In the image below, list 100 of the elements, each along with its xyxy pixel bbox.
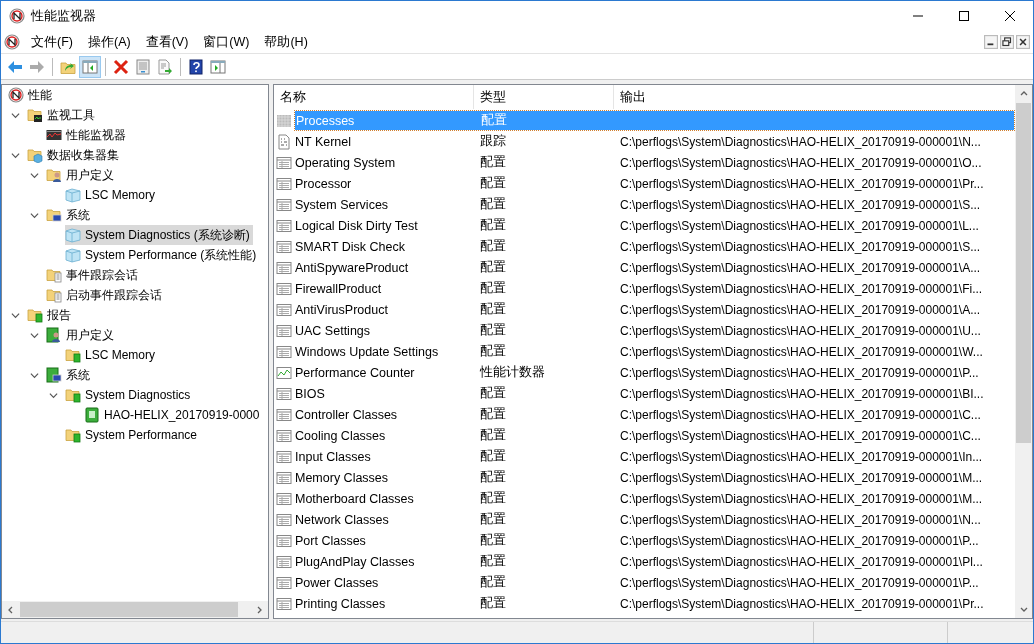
menu-item[interactable]: 帮助(H): [259, 33, 313, 51]
menu-item[interactable]: 窗口(W): [198, 33, 255, 51]
table-cell-text: C:\perflogs\System\Diagnostics\HAO-HELIX_20170919-000001\Pr...: [619, 175, 985, 193]
table-cell-text: Processor: [294, 175, 353, 193]
table-cell-text: C:\perflogs\System\Diagnostics\HAO-HELIX_20170919-000001\L...: [619, 217, 980, 235]
tree-item[interactable]: 事件跟踪会话: [46, 265, 141, 285]
table-cell-text: C:\perflogs\System\Diagnostics\HAO-HELIX_20170919-000001\M...: [619, 469, 984, 487]
table-cell-text: BIOS: [294, 385, 326, 403]
tree-item[interactable]: 启动事件跟踪会话: [46, 285, 165, 305]
table-icon: [276, 154, 292, 171]
table-icon: [276, 301, 292, 318]
table-cell-text: C:\perflogs\System\Diagnostics\HAO-HELIX_20170919-000001\P...: [619, 574, 980, 592]
folder-icon: [46, 267, 62, 283]
table-cell-text: 配置: [479, 175, 507, 192]
tree-item[interactable]: 数据收集器集: [27, 145, 122, 165]
cube-icon: [65, 187, 81, 203]
table-icon: [276, 574, 292, 591]
table-cell-text: 配置: [479, 490, 507, 507]
menu-item[interactable]: 查看(V): [140, 33, 194, 51]
chevron-down-icon[interactable]: [30, 330, 39, 340]
chevron-down-icon[interactable]: [49, 390, 58, 400]
table-cell-text: 配置: [479, 280, 507, 297]
tree-item[interactable]: LSC Memory: [65, 185, 158, 205]
tree-item[interactable]: System Performance: [65, 425, 201, 445]
tree-item[interactable]: HAO-HELIX_20170919-0000: [84, 405, 263, 425]
table-cell-text: C:\perflogs\System\Diagnostics\HAO-HELIX_20170919-000001\O...: [619, 154, 983, 172]
tree-item[interactable]: System Diagnostics (系统诊断): [65, 225, 253, 245]
horizontal-scrollbar[interactable]: [2, 601, 268, 618]
tree-item[interactable]: System Performance (系统性能): [65, 245, 260, 265]
table-icon: [276, 217, 292, 234]
table-icon: [276, 406, 292, 423]
table-cell-text: 配置: [479, 469, 507, 486]
window-title: 性能监视器: [31, 7, 96, 25]
table-icon: [276, 196, 292, 213]
tree-item[interactable]: 监视工具: [27, 105, 98, 125]
close-icon[interactable]: [1016, 35, 1030, 49]
tree-item[interactable]: 用户定义: [46, 165, 117, 185]
table-cell-text: UAC Settings: [294, 322, 372, 340]
report-icon: [46, 367, 62, 383]
table-cell-text: C:\perflogs\System\Diagnostics\HAO-HELIX_20170919-000001\N...: [619, 133, 982, 151]
table-icon: [276, 112, 292, 129]
pane-icon[interactable]: [82, 58, 98, 75]
chevron-down-icon[interactable]: [30, 170, 39, 180]
folder-icon: [27, 147, 43, 163]
table-cell-text: Printing Classes: [294, 595, 387, 613]
column-header[interactable]: 类型: [474, 85, 614, 109]
pane-icon[interactable]: [210, 58, 226, 75]
export-icon[interactable]: [157, 58, 173, 75]
table-cell-text: AntiVirusProduct: [294, 301, 389, 319]
tree-item[interactable]: 报告: [27, 305, 74, 325]
restore-icon[interactable]: [1000, 35, 1014, 49]
chevron-down-icon[interactable]: [11, 310, 20, 320]
table-cell-text: Memory Classes: [294, 469, 390, 487]
tree-item[interactable]: 系统: [46, 365, 93, 385]
table-cell-text: SMART Disk Check: [294, 238, 406, 256]
table-cell-text: C:\perflogs\System\Diagnostics\HAO-HELIX_20170919-000001\S...: [619, 238, 982, 256]
chevron-down-icon[interactable]: [11, 150, 20, 160]
folder-icon: [65, 387, 81, 403]
report-icon: [84, 407, 100, 423]
cube-icon: [65, 247, 81, 263]
tree-item[interactable]: System Diagnostics: [65, 385, 194, 405]
tree-item[interactable]: 性能: [8, 85, 55, 105]
gauge-icon: [8, 87, 24, 103]
table-icon: [276, 469, 292, 486]
chevron-down-icon[interactable]: [11, 110, 20, 120]
table-cell-text: C:\perflogs\System\Diagnostics\HAO-HELIX_20170919-000001\C...: [619, 427, 982, 445]
table-cell-text: Input Classes: [294, 448, 372, 466]
table-cell-text: 配置: [479, 343, 507, 360]
column-header[interactable]: 名称: [274, 85, 474, 109]
table-icon: [276, 385, 292, 402]
chevron-down-icon[interactable]: [30, 210, 39, 220]
table-cell-text: C:\perflogs\System\Diagnostics\HAO-HELIX_20170919-000001\P...: [619, 364, 980, 382]
chevron-down-icon[interactable]: [30, 370, 39, 380]
folder-icon: [46, 207, 62, 223]
tree-item[interactable]: 用户定义: [46, 325, 117, 345]
table-cell-text: C:\perflogs\System\Diagnostics\HAO-HELIX_20170919-000001\In...: [619, 448, 984, 466]
tree-item[interactable]: LSC Memory: [65, 345, 158, 365]
tree-item[interactable]: 性能监视器: [46, 125, 129, 145]
folder-icon: [46, 167, 62, 183]
table-icon: [276, 175, 292, 192]
table-cell-text: Performance Counter: [294, 364, 416, 382]
minimize-icon[interactable]: [984, 35, 998, 49]
chart-icon: [276, 364, 292, 381]
help-icon[interactable]: [188, 58, 204, 75]
chart-icon: [46, 127, 62, 143]
menu-item[interactable]: 操作(A): [82, 33, 136, 51]
delete-icon[interactable]: [113, 58, 129, 75]
table-cell-text: 配置: [479, 196, 507, 213]
table-cell-text: NT Kernel: [294, 133, 353, 151]
table-icon: [276, 595, 292, 612]
table-cell-text: 配置: [479, 427, 507, 444]
menu-item[interactable]: 文件(F): [26, 33, 78, 51]
column-header[interactable]: 输出: [614, 85, 1015, 109]
folder-icon: [27, 307, 43, 323]
table-cell-text: 配置: [479, 532, 507, 549]
tree-item[interactable]: 系统: [46, 205, 93, 225]
table-cell-text: 性能计数器: [479, 364, 546, 381]
properties-icon[interactable]: [135, 58, 151, 75]
table-cell-text: 配置: [479, 385, 507, 402]
vertical-scrollbar[interactable]: [1015, 85, 1032, 618]
